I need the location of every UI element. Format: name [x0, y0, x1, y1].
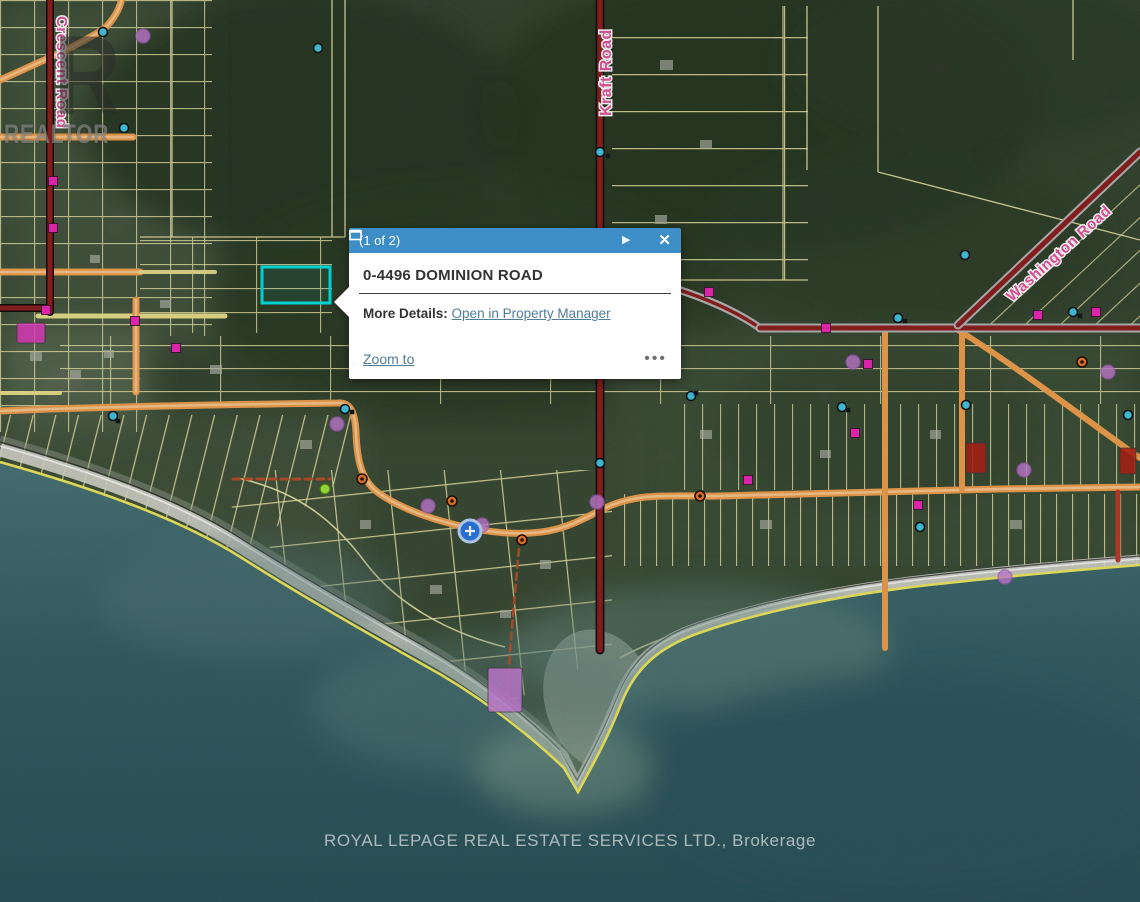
grain-overlay	[0, 0, 1140, 902]
property-popup: (1 of 2) ▶ ✕ 0-4496 DOMINION ROAD More D…	[349, 228, 681, 379]
zoom-to-link[interactable]: Zoom to	[363, 351, 414, 367]
popup-next-button[interactable]: ▶	[622, 235, 630, 246]
popup-header: (1 of 2) ▶ ✕	[349, 228, 681, 253]
map-canvas[interactable]: Crescent RoadKraft RoadWashington Road	[0, 0, 1140, 902]
open-property-manager-link[interactable]: Open in Property Manager	[452, 306, 611, 321]
popup-title: 0-4496 DOMINION ROAD	[363, 267, 667, 284]
more-details-label: More Details:	[363, 306, 448, 321]
popup-callout-arrow	[334, 287, 349, 317]
popup-close-button[interactable]: ✕	[658, 233, 671, 248]
popup-divider	[359, 293, 671, 294]
map-stage: Crescent RoadKraft RoadWashington Road R…	[0, 0, 1140, 902]
popup-pager: (1 of 2)	[359, 233, 400, 248]
maximize-icon	[349, 228, 362, 241]
popup-body: 0-4496 DOMINION ROAD More Details: Open …	[349, 253, 681, 379]
popup-more-options-button[interactable]: •••	[644, 355, 667, 363]
